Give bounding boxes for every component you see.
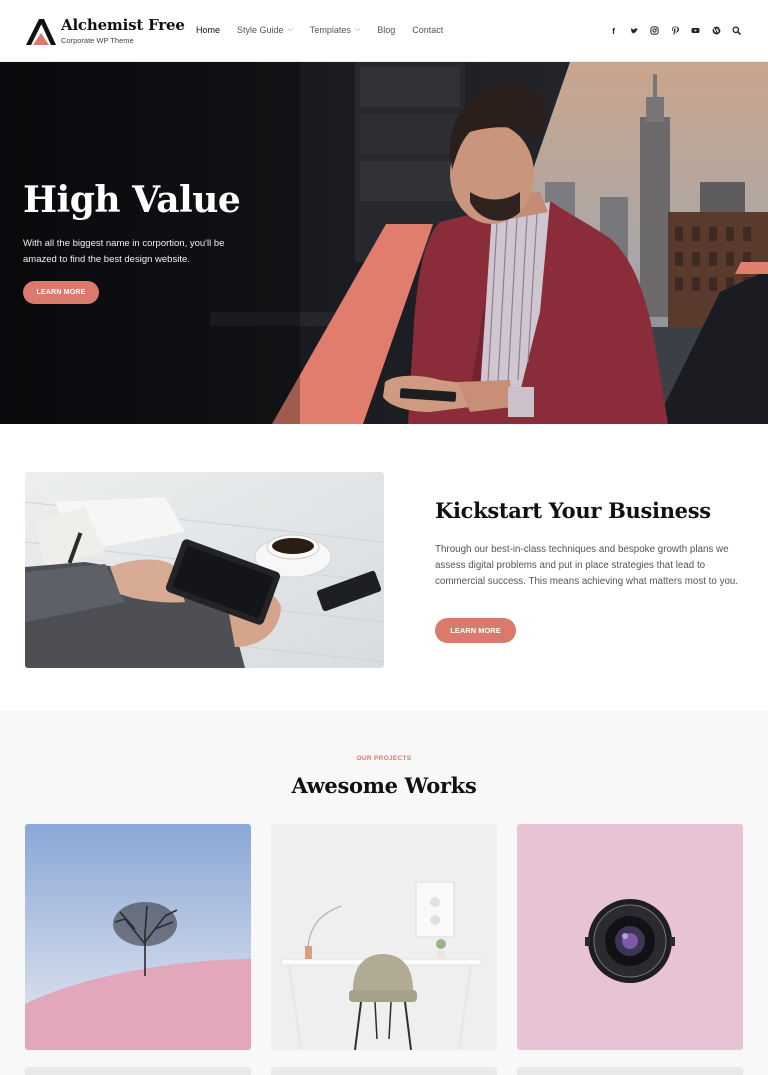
social-links: f W <box>600 24 744 37</box>
feature-image <box>25 472 384 668</box>
hero-description: With all the biggest name in corportion,… <box>23 238 225 265</box>
nav-contact-label: Contact <box>412 25 444 35</box>
project-card-peek <box>25 1067 251 1075</box>
nav-style-guide[interactable]: Style Guide ⌵ <box>237 25 293 35</box>
nav-blog-label: Blog <box>377 25 396 35</box>
main-nav: Home Style Guide ⌵ Templates ⌵ Blog Contac… <box>196 25 460 35</box>
chevron-down-icon: ⌵ <box>354 26 361 33</box>
nav-templates-label: Templates <box>309 25 351 35</box>
feature-title: Kickstart Your Business <box>435 498 711 523</box>
chevron-down-icon: ⌵ <box>287 26 293 33</box>
site-header: Alchemist Free Corporate WP Theme Home S… <box>0 0 768 62</box>
youtube-icon[interactable] <box>689 24 702 37</box>
nav-contact[interactable]: Contact <box>412 25 443 35</box>
project-card-desk[interactable] <box>271 824 497 1050</box>
nav-home[interactable]: Home <box>196 25 220 35</box>
site-logo[interactable]: Alchemist Free Corporate WP Theme <box>26 16 185 46</box>
instagram-icon[interactable] <box>648 24 661 37</box>
projects-eyebrow: OUR PROJECTS <box>356 755 412 762</box>
site-tagline: Corporate WP Theme <box>61 36 134 45</box>
hero-title: High Value <box>23 179 241 221</box>
hero-learn-more-button[interactable]: LEARN MORE <box>23 281 99 304</box>
nav-style-guide-label: Style Guide <box>237 25 284 35</box>
nav-templates[interactable]: Templates ⌵ <box>310 25 360 35</box>
hero-section: High Value With all the biggest name in … <box>0 62 768 424</box>
wordpress-icon[interactable]: W <box>710 24 723 37</box>
twitter-icon[interactable] <box>628 24 641 37</box>
feature-learn-more-button[interactable]: LEARN MORE <box>435 618 516 643</box>
nav-home-label: Home <box>196 25 221 35</box>
search-icon[interactable] <box>730 24 743 37</box>
facebook-icon[interactable]: f <box>607 24 620 37</box>
project-card-tree[interactable] <box>25 824 251 1050</box>
project-card-peek <box>271 1067 497 1075</box>
site-title: Alchemist Free <box>61 16 185 34</box>
nav-blog[interactable]: Blog <box>377 25 395 35</box>
project-card-peek <box>517 1067 743 1075</box>
project-card-lens[interactable] <box>517 824 743 1050</box>
svg-text:W: W <box>712 28 720 34</box>
projects-title: Awesome Works <box>291 773 477 798</box>
logo-mark-icon <box>26 19 56 45</box>
projects-section: OUR PROJECTS Awesome Works <box>0 711 768 1075</box>
pinterest-icon[interactable] <box>669 24 682 37</box>
feature-description: Through our best-in-class techniques and… <box>435 544 739 587</box>
